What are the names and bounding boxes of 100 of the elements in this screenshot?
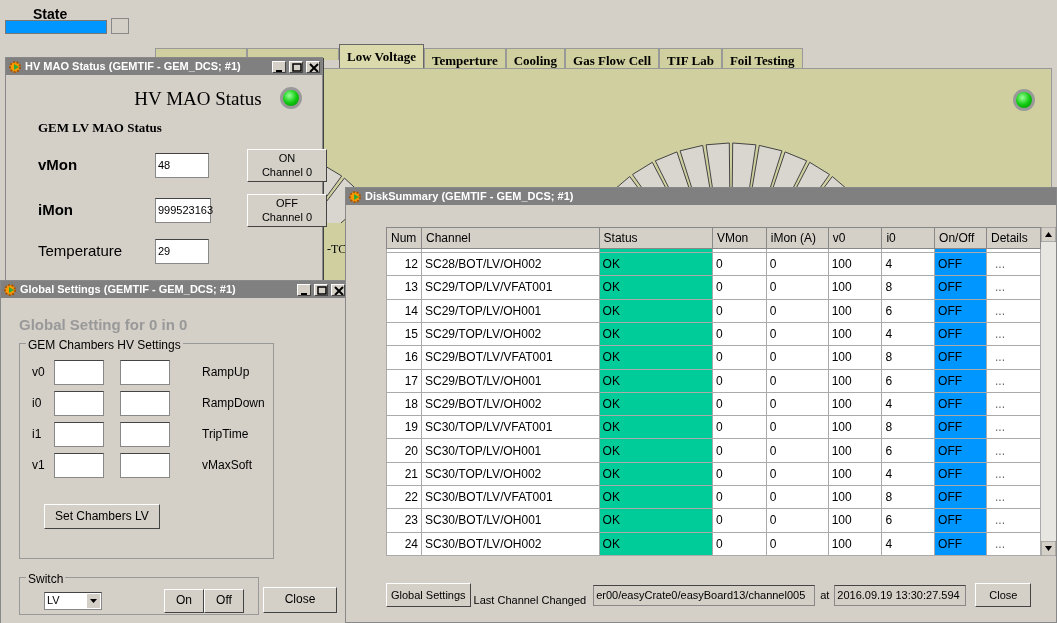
input-field[interactable] [54, 359, 104, 385]
tab[interactable]: Gas Flow Cell [565, 48, 660, 70]
table-cell: 100 [828, 275, 882, 300]
table-cell: OK [599, 438, 713, 463]
table-cell[interactable]: ... [986, 508, 1041, 533]
table-cell: 0 [712, 485, 767, 509]
table-cell: 0 [766, 275, 829, 300]
table-cell: 100 [828, 345, 882, 370]
window-title: HV MAO Status (GEMTIF - GEM_DCS; #1) [25, 59, 241, 75]
close-icon[interactable] [331, 283, 345, 296]
close-icon[interactable] [306, 60, 320, 73]
table-cell: 4 [881, 392, 935, 416]
table-cell: 100 [828, 369, 882, 393]
table-cell: 100 [828, 438, 882, 463]
table-cell[interactable]: ... [986, 532, 1041, 556]
scrollbar[interactable] [1041, 227, 1056, 556]
timestamp-field[interactable]: 2016.09.19 13:30:27.594 [834, 584, 967, 606]
switch-button[interactable]: Off [204, 588, 244, 613]
table-cell: 14 [386, 299, 422, 323]
table-cell[interactable]: ... [986, 345, 1041, 370]
gear-icon [348, 189, 362, 204]
input-field[interactable] [120, 359, 170, 385]
table-cell: 0 [712, 299, 767, 323]
table-cell: 0 [766, 508, 829, 533]
window-title: Global Settings (GEMTIF - GEM_DCS; #1) [20, 282, 236, 298]
scroll-down-icon[interactable] [1041, 541, 1056, 556]
global-settings-button[interactable]: Global Settings [386, 583, 471, 608]
set-button[interactable]: Set Chambers LV [44, 503, 160, 529]
table-cell[interactable]: ... [986, 322, 1041, 346]
input-field[interactable] [120, 452, 170, 478]
table-cell: 0 [712, 508, 767, 533]
table-cell: 8 [881, 275, 935, 300]
maximize-icon[interactable] [289, 60, 303, 73]
table-cell: 0 [712, 462, 767, 486]
table-cell: 100 [828, 299, 882, 323]
channel-button[interactable]: OFF Channel 0 [247, 194, 327, 227]
table-cell: OK [599, 415, 713, 439]
field-label: Temperature [38, 241, 124, 262]
table-cell: 0 [766, 415, 829, 439]
table-cell[interactable]: ... [986, 415, 1041, 439]
last-channel-field[interactable]: er00/easyCrate0/easyBoard13/channel005 [593, 584, 816, 606]
input-field[interactable] [120, 390, 170, 416]
minimize-icon[interactable] [272, 60, 286, 73]
table-cell: 4 [881, 462, 935, 486]
table-cell: OK [599, 275, 713, 300]
switch-dropdown[interactable]: LV [44, 591, 102, 610]
tab[interactable]: Low Voltage [339, 44, 424, 70]
table-cell: 0 [766, 299, 829, 323]
table-cell: 100 [828, 415, 882, 439]
table-cell: OK [599, 252, 713, 276]
input-field[interactable] [54, 452, 104, 478]
input-field[interactable] [120, 421, 170, 447]
input-field[interactable]: 999523163 [155, 198, 211, 223]
table-cell[interactable]: ... [986, 299, 1041, 323]
table-cell: SC28/BOT/LV/OH002 [421, 252, 600, 276]
table-cell[interactable]: ... [986, 252, 1041, 276]
channel-button[interactable]: ON Channel 0 [247, 149, 327, 182]
table-cell: SC29/BOT/LV/OH001 [421, 369, 600, 393]
minimize-icon[interactable] [297, 283, 311, 296]
gear-icon [3, 282, 17, 297]
input-field[interactable] [54, 390, 104, 416]
table-cell: 0 [712, 438, 767, 463]
scroll-up-icon[interactable] [1041, 227, 1056, 242]
table-cell[interactable]: ... [986, 438, 1041, 463]
table-cell[interactable]: ... [986, 369, 1041, 393]
table-cell: 0 [712, 322, 767, 346]
column-header: On/Off [934, 227, 987, 249]
input-field[interactable]: 48 [155, 153, 209, 178]
window-heading: Global Setting for 0 in 0 [19, 315, 189, 335]
input-field[interactable]: 29 [155, 239, 209, 264]
table-cell: 23 [386, 508, 422, 533]
field-label: v1 [32, 457, 46, 474]
field-label: TripTime [201, 426, 250, 443]
input-field[interactable] [54, 421, 104, 447]
tab[interactable]: TIF Lab [659, 48, 722, 70]
close-button[interactable]: Close [975, 583, 1032, 608]
table-cell: SC30/TOP/LV/VFAT001 [421, 415, 600, 439]
table-cell: SC29/BOT/LV/OH002 [421, 392, 600, 416]
table-cell: SC29/TOP/LV/OH002 [421, 322, 600, 346]
table-cell: SC30/TOP/LV/OH002 [421, 462, 600, 486]
table-cell[interactable]: ... [986, 392, 1041, 416]
table-cell: OK [599, 462, 713, 486]
table-cell[interactable]: ... [986, 275, 1041, 300]
table-cell: SC30/BOT/LV/OH001 [421, 508, 600, 533]
field-label: vMon [38, 155, 79, 176]
table-cell[interactable]: ... [986, 485, 1041, 509]
table-cell: 8 [881, 415, 935, 439]
table-cell[interactable]: ... [986, 462, 1041, 486]
table-cell: 100 [828, 508, 882, 533]
switch-button[interactable]: On [164, 588, 204, 613]
column-header: iMon (A) [766, 227, 829, 249]
close-button[interactable]: Close [263, 586, 337, 613]
table-cell: 100 [828, 252, 882, 276]
maximize-icon[interactable] [314, 283, 328, 296]
table-cell: 17 [386, 369, 422, 393]
table-cell: 0 [766, 532, 829, 556]
table-cell: SC29/TOP/LV/VFAT001 [421, 275, 600, 300]
table-cell: 18 [386, 392, 422, 416]
table-cell: 0 [766, 322, 829, 346]
caret-icon [87, 593, 100, 608]
